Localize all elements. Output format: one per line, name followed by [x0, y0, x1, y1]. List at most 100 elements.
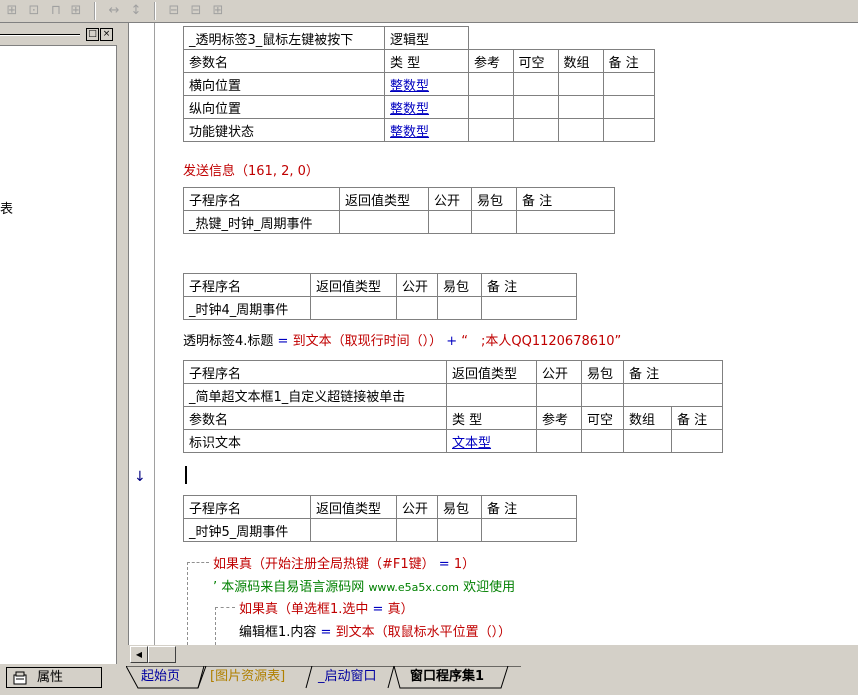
- subroutine-header-row: 子程序名 返回值类型 公开 易包 备 注: [183, 273, 577, 297]
- code-value: 真）: [387, 602, 414, 617]
- toolbar-separator: [154, 2, 156, 20]
- same-width-icon[interactable]: ⊟: [164, 1, 184, 20]
- subroutine-name[interactable]: _简单超文本框1_自定义超链接被单击: [183, 383, 447, 407]
- code-editor[interactable]: _透明标签3_鼠标左键被按下 逻辑型 参数名 类 型 参考 可空 数组 备 注 …: [128, 23, 858, 645]
- column-header: 可空: [512, 49, 559, 73]
- column-header: 子程序名: [183, 187, 340, 211]
- editor-gutter: [129, 23, 153, 645]
- column-header: 备 注: [623, 360, 723, 384]
- left-panel-header: □ ×: [0, 26, 118, 42]
- scroll-left-icon[interactable]: ◀: [130, 646, 148, 663]
- subroutine-row: _时钟5_周期事件: [183, 518, 577, 542]
- subroutine-header-row: 子程序名 返回值类型 公开 易包 备 注: [183, 187, 615, 211]
- subroutine-name[interactable]: _时钟4_周期事件: [183, 296, 311, 320]
- subroutine-row: _简单超文本框1_自定义超链接被单击: [183, 383, 723, 407]
- same-size-icon[interactable]: ⊞: [208, 1, 228, 20]
- subroutine-name[interactable]: _透明标签3_鼠标左键被按下: [183, 26, 385, 50]
- subroutine-name[interactable]: _时钟5_周期事件: [183, 518, 311, 542]
- column-header: 参数名: [183, 49, 385, 73]
- column-header: 备 注: [671, 406, 723, 430]
- code-string: “ ;本人QQ1120678610”: [461, 334, 622, 349]
- column-header: 易包: [437, 495, 482, 519]
- comment-mark: ’: [213, 580, 218, 595]
- param-type[interactable]: 文本型: [446, 429, 537, 453]
- current-line-arrow-icon: ↓: [134, 469, 146, 485]
- align-left-icon[interactable]: ⊞: [2, 1, 22, 20]
- comment-url: www.e5a5x.com: [368, 581, 459, 594]
- column-header: 返回值类型: [310, 495, 397, 519]
- column-header: 易包: [581, 360, 624, 384]
- subroutine-name[interactable]: _热键_时钟_周期事件: [183, 210, 340, 234]
- tab-window-assembly[interactable]: 窗口程序集1: [410, 666, 484, 686]
- column-header: 类 型: [384, 49, 469, 73]
- code-line-set-title[interactable]: 透明标签4.标题 = 到文本（取现行时间（）） + “ ;本人QQ1120678…: [183, 330, 621, 349]
- minimize-icon[interactable]: □: [86, 28, 99, 41]
- column-header: 参考: [536, 406, 582, 430]
- subroutine-row: _时钟4_周期事件: [183, 296, 577, 320]
- return-type[interactable]: 逻辑型: [384, 26, 469, 50]
- same-height-icon[interactable]: ⊟: [186, 1, 206, 20]
- code-line-if-radio[interactable]: 如果真（单选框1.选中 = 真）: [239, 598, 414, 617]
- param-type[interactable]: 整数型: [384, 95, 469, 119]
- column-header: 子程序名: [183, 360, 447, 384]
- bottom-tab-bar: 属性 起始页 [图片资源表] _启动窗口 窗口程序集1: [0, 664, 858, 695]
- left-panel-tree[interactable]: 表: [0, 45, 117, 665]
- code-keyword: 如果真（单选框1.选中: [239, 602, 369, 617]
- param-name[interactable]: 功能键状态: [183, 118, 385, 142]
- param-type[interactable]: 整数型: [384, 118, 469, 142]
- column-header: 参考: [468, 49, 514, 73]
- code-operator: =: [368, 602, 388, 617]
- tab-image-resources[interactable]: [图片资源表]: [210, 666, 285, 686]
- flow-line: [187, 562, 188, 645]
- column-header: 公开: [428, 187, 472, 211]
- column-header: 参数名: [183, 406, 447, 430]
- flow-line: [187, 562, 209, 563]
- left-panel: □ × 表: [0, 23, 118, 665]
- alignment-toolbar: ⊞ ⊡ ⊓ ⊞ ↔ ↕ ⊟ ⊟ ⊞: [0, 0, 858, 23]
- param-name[interactable]: 横向位置: [183, 72, 385, 96]
- code-line-if-hotkey[interactable]: 如果真（开始注册全局热键（#F1键） = 1）: [213, 553, 475, 572]
- column-header: 公开: [536, 360, 582, 384]
- comment-text: 本源码来自易语言源码网: [221, 580, 365, 595]
- column-header: 数组: [623, 406, 672, 430]
- code-lhs: 编辑框1.内容: [239, 625, 317, 640]
- panel-grip[interactable]: [0, 34, 80, 36]
- event-subroutine-table: 子程序名 返回值类型 公开 易包 备 注 _简单超文本框1_自定义超链接被单击 …: [183, 360, 723, 453]
- code-function: 到文本（取现行时间（））: [292, 334, 443, 349]
- align-right-icon[interactable]: ⊞: [66, 1, 86, 20]
- table-row: _透明标签3_鼠标左键被按下 逻辑型: [183, 26, 654, 50]
- properties-button[interactable]: 属性: [6, 667, 102, 688]
- tab-startup-window[interactable]: _启动窗口: [318, 666, 377, 686]
- align-center-icon[interactable]: ⊡: [24, 1, 44, 20]
- code-value: 1）: [453, 557, 476, 572]
- param-row: 标识文本 文本型: [183, 429, 723, 453]
- text-cursor: [185, 466, 187, 484]
- code-lhs: 透明标签4.标题: [183, 334, 274, 349]
- param-header-row: 参数名 类 型 参考 可空 数组 备 注: [183, 49, 655, 73]
- panel-splitter[interactable]: [118, 23, 128, 668]
- param-row: 横向位置 整数型: [183, 72, 655, 96]
- space-vertical-icon[interactable]: ↕: [126, 1, 146, 20]
- space-horizontal-icon[interactable]: ↔: [104, 1, 124, 20]
- code-operator: =: [434, 557, 454, 572]
- properties-icon: [13, 671, 27, 685]
- param-name[interactable]: 标识文本: [183, 429, 447, 453]
- scrollbar-thumb[interactable]: [148, 646, 176, 663]
- code-line-assign-editbox[interactable]: 编辑框1.内容 = 到文本（取鼠标水平位置（））: [239, 621, 511, 640]
- column-header: 易包: [471, 187, 517, 211]
- code-operator: =: [273, 334, 293, 349]
- subroutine-header-row: 子程序名 返回值类型 公开 易包 备 注: [183, 360, 723, 384]
- column-header: 返回值类型: [310, 273, 397, 297]
- tab-start-page[interactable]: 起始页: [141, 666, 180, 686]
- horizontal-scrollbar[interactable]: ◀: [128, 645, 858, 663]
- column-header: 数组: [557, 49, 604, 73]
- tree-item-label[interactable]: 表: [0, 198, 13, 217]
- param-name[interactable]: 纵向位置: [183, 95, 385, 119]
- align-top-icon[interactable]: ⊓: [46, 1, 66, 20]
- gutter-divider: [154, 23, 155, 645]
- close-icon[interactable]: ×: [100, 28, 113, 41]
- param-type[interactable]: 整数型: [384, 72, 469, 96]
- column-header: 备 注: [516, 187, 615, 211]
- code-line-comment[interactable]: ’ 本源码来自易语言源码网 www.e5a5x.com 欢迎使用: [213, 576, 515, 595]
- code-line-send-message[interactable]: 发送信息（161, 2, 0）: [183, 160, 319, 179]
